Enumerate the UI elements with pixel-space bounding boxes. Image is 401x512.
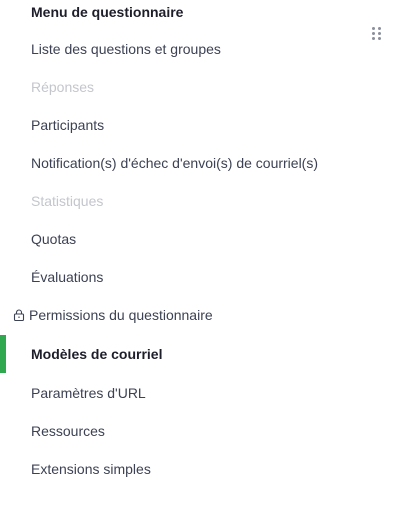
menu-item-label: Participants (31, 117, 105, 133)
menu-item-statistics: Statistiques (0, 182, 401, 220)
menu-item-label: Extensions simples (31, 461, 151, 477)
menu-item-survey-permissions[interactable]: Permissions du questionnaire (0, 296, 401, 334)
menu-title: Menu de questionnaire (31, 4, 184, 20)
menu-item-label: Quotas (31, 231, 77, 247)
menu-item-email-failures[interactable]: Notification(s) d'échec d'envoi(s) de co… (0, 144, 401, 182)
menu-item-email-templates[interactable]: Modèles de courriel (0, 334, 401, 374)
menu-item-assessments[interactable]: Évaluations (0, 258, 401, 296)
active-indicator (0, 335, 6, 373)
menu-item-label: Évaluations (31, 269, 104, 285)
menu-item-resources[interactable]: Ressources (0, 412, 401, 450)
menu-item-label: Paramètres d'URL (31, 385, 146, 401)
menu-item-label: Permissions du questionnaire (29, 307, 213, 323)
menu-item-quotas[interactable]: Quotas (0, 220, 401, 258)
menu-item-question-groups[interactable]: Liste des questions et groupes (0, 30, 401, 68)
menu-item-label: Liste des questions et groupes (31, 41, 221, 57)
menu-item-responses: Réponses (0, 68, 401, 106)
menu-item-label: Réponses (31, 79, 95, 95)
menu-item-label: Ressources (31, 423, 105, 439)
lock-icon (13, 309, 25, 321)
menu-item-participants[interactable]: Participants (0, 106, 401, 144)
survey-menu-panel: Menu de questionnaire Liste des question… (0, 0, 401, 512)
menu-item-url-parameters[interactable]: Paramètres d'URL (0, 374, 401, 412)
menu-item-simple-plugins[interactable]: Extensions simples (0, 450, 401, 488)
menu-item-label: Modèles de courriel (31, 346, 163, 362)
survey-menu-list: Liste des questions et groupes Réponses … (0, 30, 401, 488)
menu-item-label: Statistiques (31, 193, 104, 209)
menu-item-label: Notification(s) d'échec d'envoi(s) de co… (31, 155, 319, 171)
